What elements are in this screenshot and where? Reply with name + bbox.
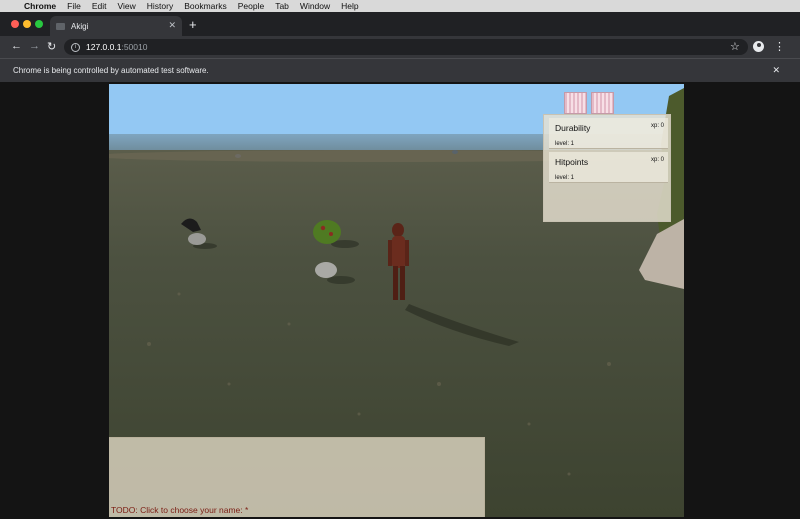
menu-chrome[interactable]: Chrome <box>24 1 56 11</box>
back-arrow-icon[interactable]: ← <box>11 40 22 52</box>
window-minimize-button[interactable] <box>23 20 31 28</box>
skill-name: Hitpoints <box>555 157 589 167</box>
infobar-text: Chrome is being controlled by automated … <box>13 66 209 75</box>
bush[interactable] <box>313 220 341 244</box>
forward-arrow-icon[interactable]: → <box>29 40 40 52</box>
tab-strip: Akigi ✕ + <box>0 12 800 36</box>
name-prompt[interactable]: TODO: Click to choose your name: * <box>111 505 248 515</box>
inventory-slot[interactable] <box>564 92 587 114</box>
profile-icon[interactable] <box>753 41 764 52</box>
inventory-slot[interactable] <box>591 92 614 114</box>
browser-tab[interactable]: Akigi ✕ <box>50 16 182 36</box>
url-host: 127.0.0.1 <box>86 42 122 52</box>
skill-name: Durability <box>555 123 591 133</box>
skills-panel: Durability xp: 0 level: 1 Hitpoints xp: … <box>543 114 671 222</box>
bush-berry <box>320 225 326 231</box>
page-viewport: Durability xp: 0 level: 1 Hitpoints xp: … <box>0 82 800 519</box>
window-zoom-button[interactable] <box>35 20 43 28</box>
distant-object <box>452 150 458 154</box>
chat-box[interactable]: TODO: Click to choose your name: * <box>109 437 485 517</box>
star-icon[interactable]: ☆ <box>730 40 740 53</box>
skill-level: level: 1 <box>555 175 575 181</box>
skill-durability[interactable]: Durability xp: 0 level: 1 <box>549 118 668 149</box>
player-head[interactable] <box>392 223 404 237</box>
bush-berry <box>329 232 333 236</box>
macos-menu-bar: Chrome File Edit View History Bookmarks … <box>0 0 800 12</box>
player-leg <box>400 266 405 300</box>
kebab-menu-icon[interactable]: ⋮ <box>774 40 785 53</box>
menu-history[interactable]: History <box>147 1 173 11</box>
url-port: :50010 <box>121 42 148 52</box>
info-icon[interactable]: i <box>71 42 80 52</box>
new-tab-plus-icon[interactable]: + <box>189 17 197 32</box>
player-torso[interactable] <box>392 236 405 268</box>
player-arm <box>388 240 392 266</box>
rock-shadow <box>327 276 355 284</box>
menu-help[interactable]: Help <box>341 1 358 11</box>
menu-bookmarks[interactable]: Bookmarks <box>184 1 227 11</box>
rock[interactable] <box>315 262 337 278</box>
reload-icon[interactable]: ↻ <box>47 40 56 53</box>
favicon-icon <box>56 22 65 30</box>
skill-hitpoints[interactable]: Hitpoints xp: 0 level: 1 <box>549 152 668 183</box>
skill-xp: xp: 0 <box>650 123 664 129</box>
menu-tab[interactable]: Tab <box>275 1 289 11</box>
tab-close-icon[interactable]: ✕ <box>168 20 176 31</box>
player-leg <box>393 266 398 300</box>
address-bar[interactable]: i 127.0.0.1 :50010 <box>64 39 748 55</box>
game-canvas[interactable]: Durability xp: 0 level: 1 Hitpoints xp: … <box>109 84 684 517</box>
player-arm <box>405 240 409 266</box>
tab-title: Akigi <box>71 21 89 31</box>
window-close-button[interactable] <box>11 20 19 28</box>
distant-rock <box>235 154 241 158</box>
menu-view[interactable]: View <box>117 1 135 11</box>
menu-edit[interactable]: Edit <box>92 1 107 11</box>
menu-people[interactable]: People <box>238 1 264 11</box>
menu-file[interactable]: File <box>67 1 81 11</box>
menu-window[interactable]: Window <box>300 1 330 11</box>
skill-level: level: 1 <box>555 141 575 147</box>
browser-toolbar: ← → ↻ i 127.0.0.1 :50010 ☆ ⋮ <box>0 36 800 58</box>
skill-xp: xp: 0 <box>650 157 664 163</box>
automation-infobar: Chrome is being controlled by automated … <box>0 58 800 82</box>
infobar-close-icon[interactable]: ✕ <box>772 65 780 76</box>
creature-rock <box>188 233 206 245</box>
